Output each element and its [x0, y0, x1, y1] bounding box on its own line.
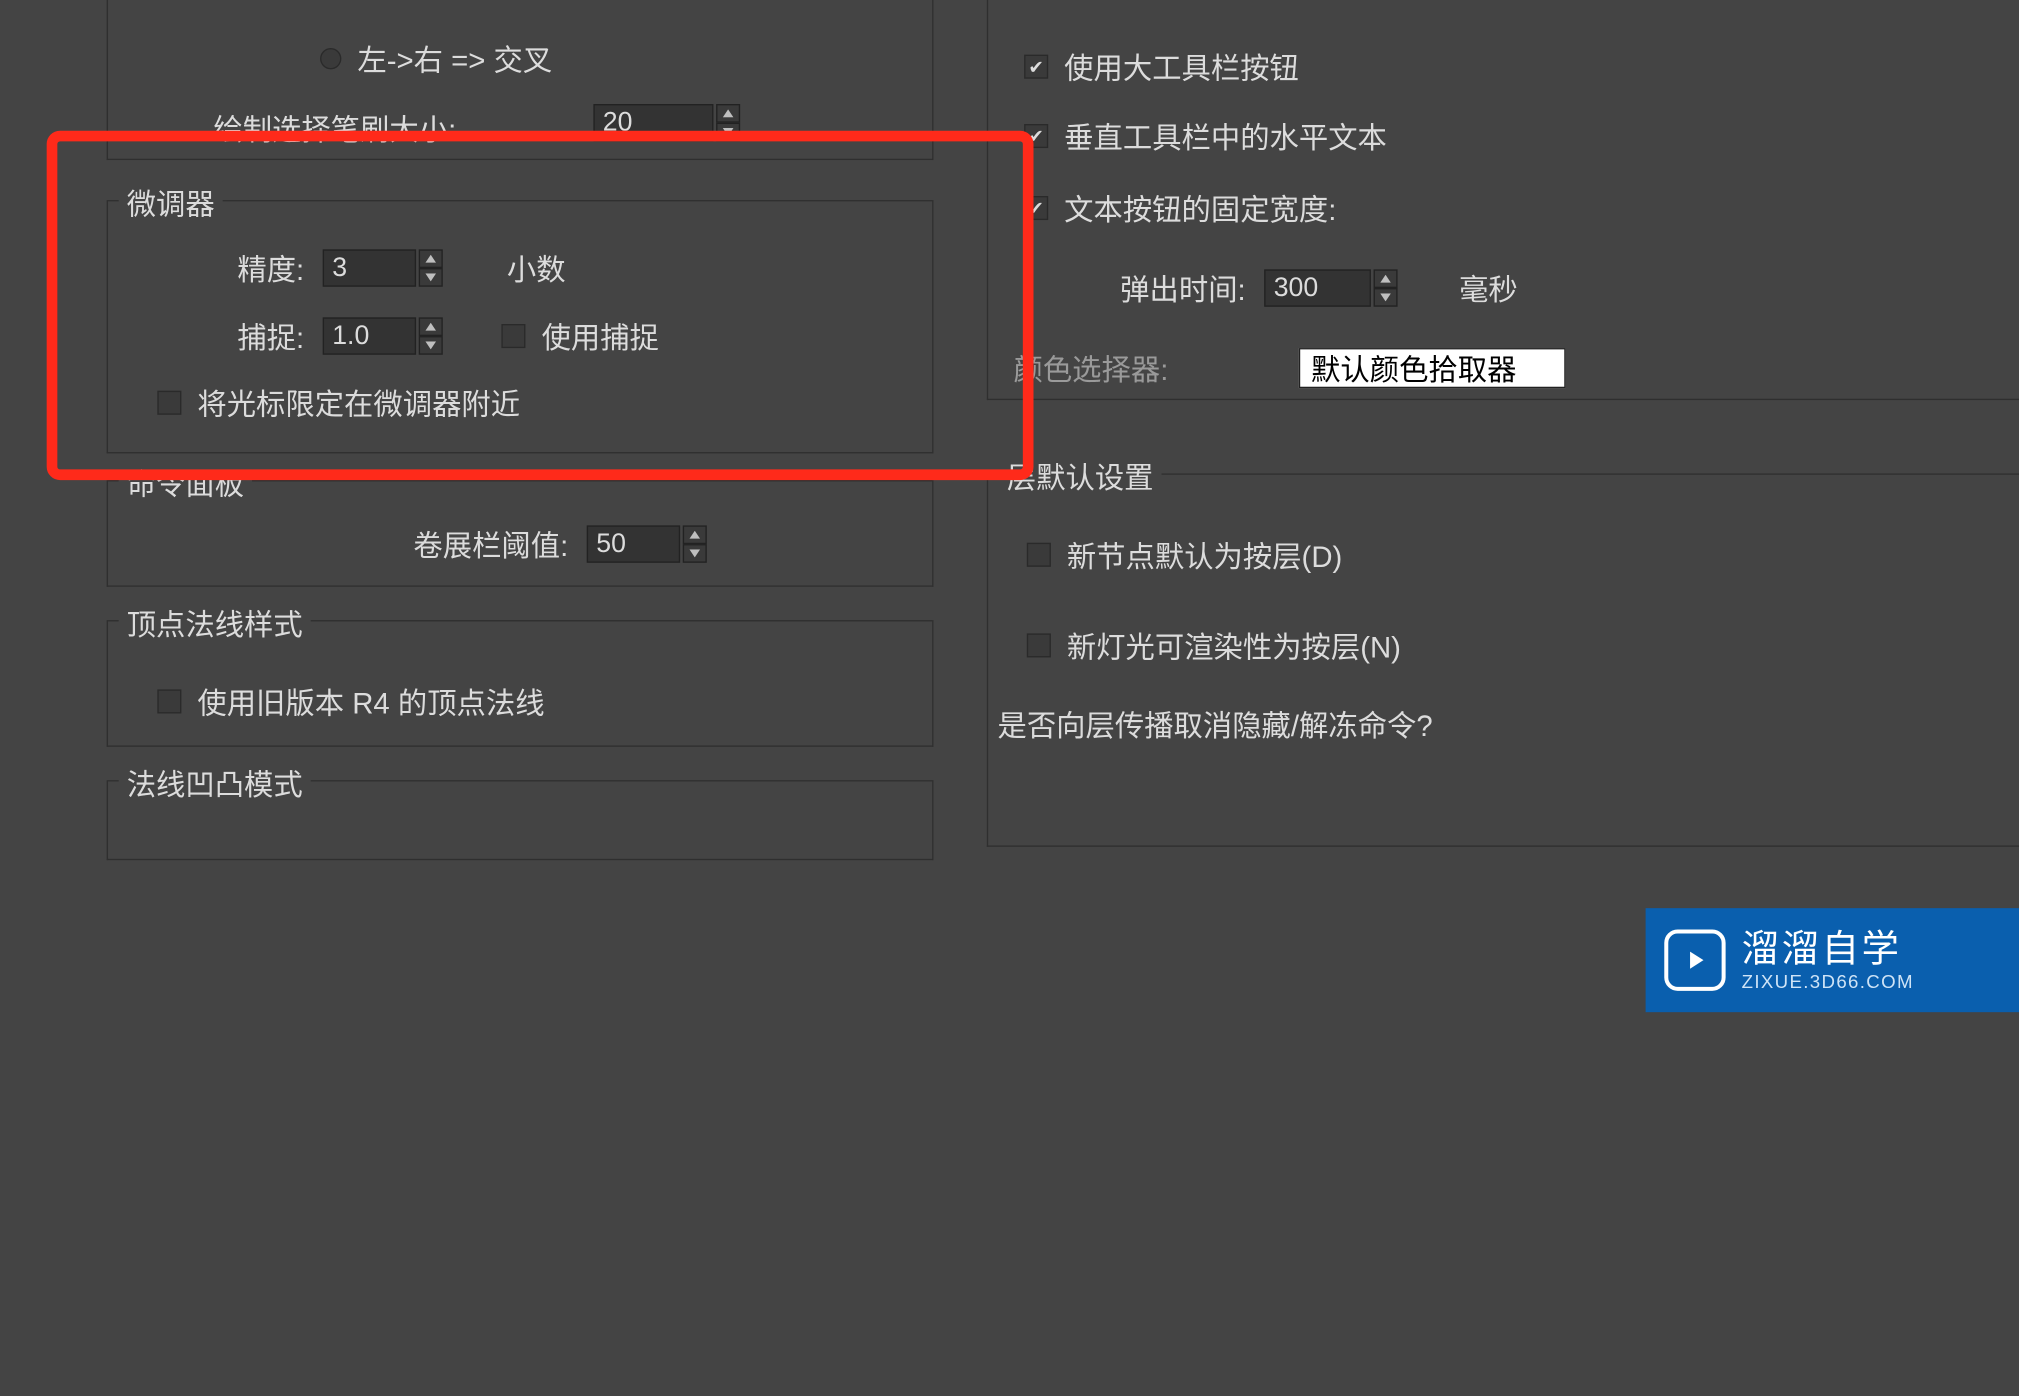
checkbox-icon: [157, 391, 181, 415]
color-picker-label: 颜色选择器:: [1014, 347, 1169, 390]
brush-size-spinner[interactable]: [593, 104, 740, 141]
spinner-down-icon[interactable]: [683, 544, 707, 563]
spinner-down-icon[interactable]: [419, 336, 443, 355]
spinner-up-icon[interactable]: [419, 249, 443, 268]
rollout-threshold-spinner[interactable]: [587, 525, 707, 562]
use-snap-checkbox[interactable]: 使用捕捉: [502, 315, 659, 358]
large-toolbar-label: 使用大工具栏按钮: [1064, 45, 1299, 88]
snap-label: 捕捉:: [237, 315, 304, 358]
lock-cursor-checkbox[interactable]: 将光标限定在微调器附近: [157, 381, 520, 424]
propagate-label: 是否向层传播取消隐藏/解冻命令?: [997, 707, 1432, 748]
rollout-threshold-label: 卷展栏阈值:: [413, 523, 568, 566]
brush-size-label: 绘制选择笔刷大小:: [213, 107, 456, 150]
spinner-up-icon[interactable]: [683, 525, 707, 544]
spinner-up-icon[interactable]: [716, 104, 740, 123]
checkbox-icon: [1024, 196, 1048, 220]
large-toolbar-checkbox[interactable]: 使用大工具栏按钮: [1024, 45, 1299, 88]
layer-defaults-title: 层默认设置: [999, 455, 1162, 498]
checkbox-icon: [502, 324, 526, 348]
checkbox-icon: [1027, 543, 1051, 567]
flyout-time-unit: 毫秒: [1459, 267, 1518, 310]
horiz-text-label: 垂直工具栏中的水平文本: [1064, 115, 1387, 158]
precision-label: 精度:: [237, 247, 304, 290]
spinner-up-icon[interactable]: [419, 317, 443, 336]
color-picker-value: 默认颜色拾取器: [1311, 347, 1516, 390]
watermark-line2: ZIXUE.3D66.COM: [1742, 971, 1914, 992]
color-picker-dropdown[interactable]: 默认颜色拾取器: [1299, 348, 1566, 388]
snap-input[interactable]: [323, 317, 416, 354]
watermark-badge: 溜溜自学 ZIXUE.3D66.COM: [1646, 908, 2019, 1012]
normal-bump-title: 法线凹凸模式: [119, 761, 311, 804]
rollout-threshold-input[interactable]: [587, 525, 680, 562]
checkbox-icon: [1024, 124, 1048, 148]
spinner-down-icon[interactable]: [419, 268, 443, 287]
use-snap-label: 使用捕捉: [542, 315, 659, 358]
flyout-time-label: 弹出时间:: [1120, 267, 1246, 310]
new-node-checkbox[interactable]: 新节点默认为按层(D): [1027, 533, 1342, 576]
fixed-width-checkbox[interactable]: 文本按钮的固定宽度:: [1024, 187, 1336, 230]
radio-label: 左->右 => 交叉: [357, 37, 552, 80]
command-panel-title: 命令面板: [119, 461, 252, 504]
precision-spinner[interactable]: [323, 249, 443, 286]
lock-cursor-label: 将光标限定在微调器附近: [197, 381, 520, 424]
spinner-up-icon[interactable]: [1374, 269, 1398, 288]
checkbox-icon: [157, 689, 181, 713]
radio-icon: [320, 48, 341, 69]
precision-unit: 小数: [507, 247, 566, 290]
selection-mode-radio[interactable]: 左->右 => 交叉: [320, 37, 552, 80]
vertex-normal-title: 顶点法线样式: [119, 601, 311, 644]
new-node-label: 新节点默认为按层(D): [1067, 533, 1342, 576]
snap-spinner[interactable]: [323, 317, 443, 354]
legacy-r4-checkbox[interactable]: 使用旧版本 R4 的顶点法线: [157, 680, 544, 723]
horiz-text-checkbox[interactable]: 垂直工具栏中的水平文本: [1024, 115, 1387, 158]
checkbox-icon: [1027, 633, 1051, 657]
spinner-down-icon[interactable]: [1374, 288, 1398, 307]
precision-input[interactable]: [323, 249, 416, 286]
play-icon: [1664, 929, 1725, 990]
spinner-group-title: 微调器: [119, 181, 223, 224]
brush-size-input[interactable]: [593, 104, 713, 141]
fixed-width-label: 文本按钮的固定宽度:: [1064, 187, 1336, 230]
spinner-down-icon[interactable]: [716, 123, 740, 142]
new-light-checkbox[interactable]: 新灯光可渲染性为按层(N): [1027, 624, 1401, 667]
legacy-r4-label: 使用旧版本 R4 的顶点法线: [197, 680, 544, 723]
checkbox-icon: [1024, 55, 1048, 79]
flyout-time-input[interactable]: [1264, 269, 1371, 306]
new-light-label: 新灯光可渲染性为按层(N): [1067, 624, 1401, 667]
watermark-line1: 溜溜自学: [1742, 928, 1914, 971]
flyout-time-spinner[interactable]: [1264, 269, 1397, 306]
